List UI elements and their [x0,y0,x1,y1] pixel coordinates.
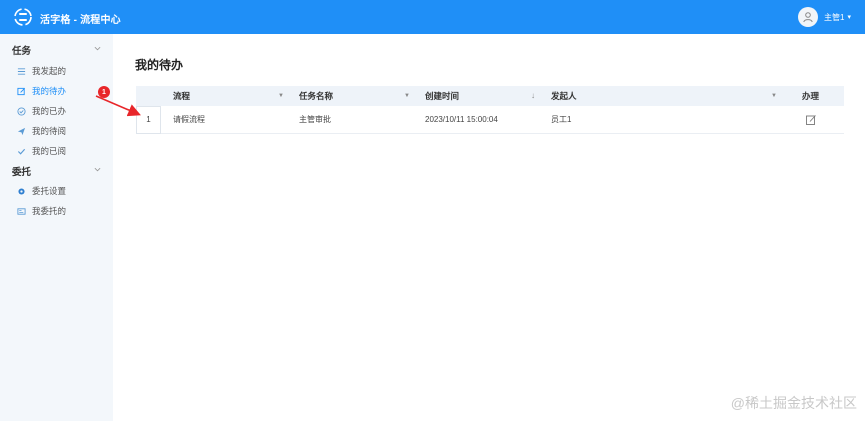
sidebar-item-label: 我委托的 [32,206,67,216]
sidebar-item-initiated[interactable]: 我发起的 [0,61,113,81]
check-circle-icon [17,106,26,116]
cell-process: 请假流程 [173,115,205,124]
filter-caret-icon[interactable]: ▼ [771,86,777,106]
sidebar-item-label: 委托设置 [32,186,67,196]
sidebar-item-delegation-settings[interactable]: 委托设置 [0,181,113,201]
sort-icon[interactable]: ↓ [531,86,535,106]
app-logo-icon [14,8,32,26]
sidebar-group-tasks[interactable]: 任务 [0,40,113,60]
row-index-cell: 1 [136,106,161,134]
sidebar-item-my-delegations[interactable]: 我委托的 [0,201,113,221]
column-header-created-at[interactable]: 创建时间 [425,86,459,106]
user-name[interactable]: 主管1 [824,12,844,23]
annotation-arrow [95,95,141,117]
check-icon [17,148,26,155]
card-icon [17,207,26,215]
sidebar-group-label: 任务 [12,46,32,57]
sidebar-item-label: 我的已办 [32,106,67,116]
cell-initiator: 员工1 [551,115,572,124]
app-title: 活字格 - 流程中心 [40,15,121,26]
gear-icon [18,187,25,195]
user-icon [803,12,813,23]
sidebar: 任务 我发起的 我的待办 我的已办 我的待阅 我的已阅 委托 委托设置 我委托的 [0,34,113,421]
top-header: 活字格 - 流程中心 主管1 ▾ [0,0,865,34]
chevron-down-icon[interactable] [94,45,101,52]
send-icon [17,127,26,135]
sidebar-item-todo[interactable]: 我的待办 [0,81,113,101]
avatar[interactable] [798,7,819,27]
column-header-process[interactable]: 流程 [173,86,190,106]
watermark: @稀土掘金技术社区 [730,395,857,411]
page-title: 我的待办 [135,58,184,72]
sidebar-group-label: 委托 [12,167,32,178]
cell-created-at: 2023/10/11 15:00:04 [425,115,498,124]
filter-caret-icon[interactable]: ▼ [278,86,284,106]
user-menu[interactable]: 主管1 ▾ [798,7,851,27]
caret-down-icon[interactable]: ▾ [847,13,851,21]
sidebar-group-delegation[interactable]: 委托 [0,161,113,181]
todo-count-badge: 1 [98,86,110,98]
cell-task-name: 主管审批 [299,115,331,124]
column-header-initiator[interactable]: 发起人 [551,86,577,106]
column-header-task-name[interactable]: 任务名称 [299,86,333,106]
table-header: 流程 ▼ 任务名称 ▼ 创建时间 ↓ 发起人 ▼ 办理 [136,86,844,106]
sidebar-item-label: 我的待阅 [32,126,67,136]
edit-icon [17,87,25,95]
sidebar-item-to-read[interactable]: 我的待阅 [0,121,113,141]
sidebar-item-label: 我的已阅 [32,146,67,156]
column-header-action: 办理 [802,91,820,101]
chevron-down-icon[interactable] [94,166,101,173]
sidebar-item-label: 我的待办 [32,86,67,96]
sidebar-item-read[interactable]: 我的已阅 [0,141,113,161]
sidebar-item-label: 我发起的 [32,66,67,76]
sidebar-item-done[interactable]: 我的已办 [0,101,113,121]
handle-edit-icon[interactable] [805,114,817,126]
filter-caret-icon[interactable]: ▼ [404,86,410,106]
table-row[interactable]: 请假流程 主管审批 2023/10/11 15:00:04 员工1 [136,106,844,134]
list-icon [17,67,26,75]
